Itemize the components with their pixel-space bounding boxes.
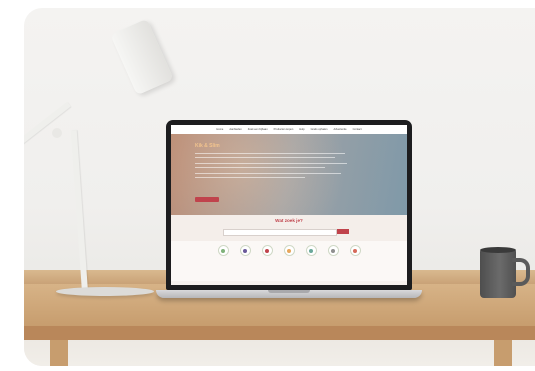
category-icon[interactable] <box>261 245 273 256</box>
hero-text-line <box>195 173 341 175</box>
mug <box>480 250 516 298</box>
category-icon[interactable] <box>239 245 251 256</box>
lamp-pole <box>70 130 88 293</box>
category-icon-dot <box>265 248 269 253</box>
category-icons <box>171 241 407 281</box>
site-nav: Home Aanbieden Zoek een bijbaan Producte… <box>171 125 407 134</box>
laptop-screen: Home Aanbieden Zoek een bijbaan Producte… <box>171 125 407 285</box>
desk-leg-left <box>50 340 68 366</box>
desk-leg-right <box>494 340 512 366</box>
category-icon[interactable] <box>305 245 317 256</box>
mug-handle <box>512 258 530 286</box>
laptop-notch <box>268 290 310 293</box>
lamp-arm <box>24 101 71 164</box>
laptop-screen-bezel: Home Aanbieden Zoek een bijbaan Producte… <box>166 120 412 290</box>
nav-item-ophalen[interactable]: Gratis ophalen <box>311 128 328 131</box>
hero-text-line <box>195 153 345 155</box>
desk-edge <box>24 326 535 340</box>
category-icon-dot <box>353 248 357 253</box>
search-title: Wat zoek je? <box>275 218 303 223</box>
search-section: Wat zoek je? <box>171 215 407 241</box>
search-button[interactable] <box>337 229 349 234</box>
site-hero: Kik & Slim <box>171 134 407 215</box>
nav-item-aanbieden[interactable]: Aanbieden <box>229 128 241 131</box>
hero-title: Kik & Slim <box>195 143 220 149</box>
hero-text-line <box>195 157 335 159</box>
hero-text-line <box>195 163 347 165</box>
category-icon[interactable] <box>349 245 361 256</box>
category-icon-dot <box>243 248 247 253</box>
mug-rim <box>480 247 516 253</box>
nav-item-zoek[interactable]: Zoek een bijbaan <box>248 128 268 131</box>
nav-item-home[interactable]: Home <box>216 128 223 131</box>
category-icon-dot <box>287 248 291 253</box>
lamp-joint <box>52 128 62 138</box>
product-photo: Home Aanbieden Zoek een bijbaan Producte… <box>24 8 535 366</box>
under-desk-wall <box>24 340 535 366</box>
category-icon-dot <box>331 248 335 253</box>
hero-cta-button[interactable] <box>195 197 219 202</box>
nav-item-contact[interactable]: Contact <box>353 128 362 131</box>
hero-text-line <box>195 177 305 179</box>
category-icon-dot <box>309 248 313 253</box>
category-icon[interactable] <box>327 245 339 256</box>
nav-item-advertentie[interactable]: Advertentie <box>334 128 347 131</box>
category-icon[interactable] <box>217 245 229 256</box>
nav-item-hulp[interactable]: Hulp <box>299 128 304 131</box>
category-icon-dot <box>221 248 225 253</box>
lamp-base <box>56 287 154 296</box>
hero-text-line <box>195 167 325 169</box>
category-icon[interactable] <box>283 245 295 256</box>
search-input[interactable] <box>223 229 337 236</box>
lamp-head <box>110 18 174 96</box>
nav-item-producten[interactable]: Producten kopen <box>274 128 294 131</box>
